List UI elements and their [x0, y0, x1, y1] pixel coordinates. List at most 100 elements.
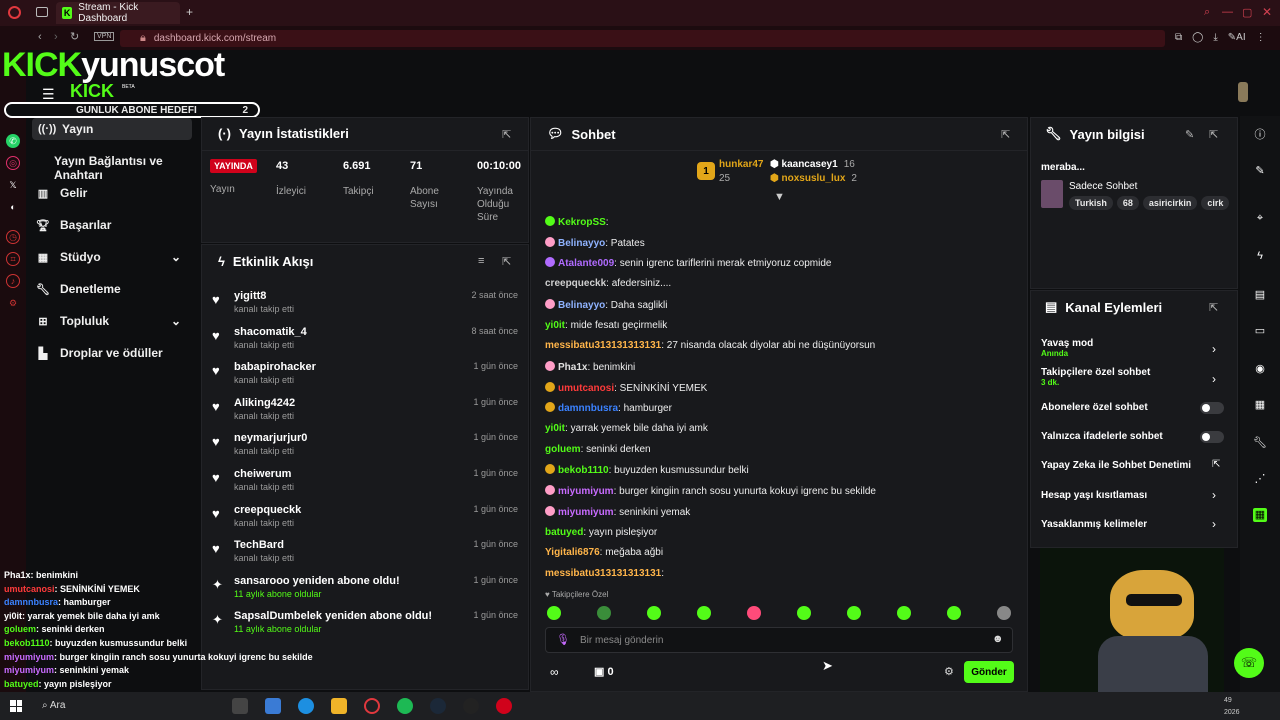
gifter-2[interactable]: ⬢ kaancasey1 16: [770, 159, 855, 170]
chat-username[interactable]: damnnbusra: [558, 403, 618, 414]
account-icon[interactable]: ◯: [1192, 32, 1203, 43]
chevron-right-icon[interactable]: ›: [1212, 372, 1216, 386]
activity-event[interactable]: ✦ SapsalDumbelek yeniden abone oldu! 11 ay…: [210, 610, 520, 640]
clipboard-icon[interactable]: ▤: [1253, 288, 1267, 302]
clips-icon[interactable]: ▦: [1253, 508, 1267, 522]
reload-icon[interactable]: ↻: [70, 30, 79, 43]
workspace-icon[interactable]: [36, 7, 48, 17]
external-link-icon[interactable]: ⇱: [1212, 459, 1220, 470]
nav-achievements[interactable]: 🏆︎ Başarılar: [36, 218, 111, 232]
action-follower-only[interactable]: Takipçilere özel sohbet 3 dk.: [1041, 367, 1150, 387]
activity-event[interactable]: ♥ Aliking4242 kanalı takip etti 1 gün önce: [210, 397, 520, 427]
emote-icon[interactable]: [847, 606, 861, 620]
player-icon[interactable]: ♪: [6, 274, 20, 288]
taskbar-search[interactable]: ⌕ Ara: [42, 700, 65, 711]
avatar[interactable]: [1238, 82, 1248, 102]
emote-icon[interactable]: [697, 606, 711, 620]
emote-icon[interactable]: [797, 606, 811, 620]
nav-community[interactable]: ⊞ Topluluk ⌄: [36, 314, 196, 328]
chat-message[interactable]: umutcanosi: SENİNKİNİ YEMEK: [545, 381, 707, 394]
chat-message[interactable]: messibatu313131313131: 27 nisanda olacak…: [545, 340, 875, 351]
chat-message[interactable]: batuyed: yayın pisleşiyor: [545, 527, 657, 538]
chat-username[interactable]: messibatu313131313131: [545, 568, 661, 579]
chat-input[interactable]: 🎙︎ Bir mesaj gönderin ☻: [545, 627, 1013, 653]
support-chat-icon[interactable]: ☏: [1234, 648, 1264, 678]
popout-icon[interactable]: ⇱: [1209, 301, 1218, 314]
menu-icon[interactable]: ⋮: [1256, 32, 1266, 43]
chat-username[interactable]: miyumiyum: [558, 486, 614, 497]
copilot-icon[interactable]: [265, 698, 281, 714]
chat-username[interactable]: Atalante009: [558, 258, 614, 269]
activity-event[interactable]: ♥ neymarjurjur0 kanalı takip etti 1 gün önc…: [210, 432, 520, 462]
activity-event[interactable]: ♥ shacomatik_4 kanalı takip etti 8 saat önc…: [210, 326, 520, 356]
nav-revenue[interactable]: ▥ Gelir: [36, 186, 88, 200]
chat-message[interactable]: damnnbusra: hamburger: [545, 402, 672, 414]
chat-message[interactable]: miyumiyum: burger kingiin ranch sosu yun…: [545, 485, 876, 497]
edit-icon[interactable]: ✎: [1185, 128, 1194, 141]
opera-taskbar-icon[interactable]: [364, 698, 380, 714]
activity-event[interactable]: ♥ TechBard kanalı takip etti 1 gün önce: [210, 539, 520, 569]
gifter-1-name[interactable]: hunkar47: [719, 159, 763, 170]
share-icon[interactable]: ⋰: [1253, 472, 1267, 486]
emote-icon[interactable]: [647, 606, 661, 620]
spotify-icon[interactable]: [397, 698, 413, 714]
task-view-icon[interactable]: [232, 698, 248, 714]
chat-username[interactable]: creepqueckk: [545, 278, 606, 289]
emote-icon[interactable]: [947, 606, 961, 620]
chat-username[interactable]: yi0it: [545, 320, 565, 331]
action-account-age[interactable]: Hesap yaşı kısıtlaması: [1041, 490, 1147, 501]
chat-username[interactable]: Pha1x: [558, 362, 587, 373]
chat-message[interactable]: Belinayyo: Patates: [545, 236, 645, 249]
chat-message[interactable]: Yigitali6876: meğaba ağbi: [545, 547, 663, 558]
chat-username[interactable]: batuyed: [545, 527, 583, 538]
chat-username[interactable]: messibatu313131313131: [545, 340, 661, 351]
nav-drops[interactable]: ▙ Droplar ve ödüller: [36, 346, 163, 360]
windows-start-icon[interactable]: [10, 700, 22, 712]
nav-studio[interactable]: ▦ Stüdyo ⌄: [36, 250, 196, 264]
activity-event[interactable]: ♥ creepqueckk kanalı takip etti 1 gün önce: [210, 504, 520, 534]
channel-points-icon[interactable]: ∞: [550, 665, 559, 679]
nav-moderation[interactable]: 🔧︎ Denetleme: [36, 282, 121, 296]
nav-stream[interactable]: ((·)) Yayın: [32, 118, 192, 140]
new-tab-icon[interactable]: +: [186, 5, 193, 19]
emote-icon[interactable]: [897, 606, 911, 620]
emote-icon[interactable]: [597, 606, 611, 620]
instagram-icon[interactable]: ◎: [6, 156, 20, 170]
settings-icon[interactable]: ⚙: [6, 296, 20, 310]
info-icon[interactable]: ⓘ: [1253, 126, 1267, 141]
category-thumbnail[interactable]: [1041, 180, 1063, 208]
app-icon[interactable]: [496, 698, 512, 714]
discord-icon[interactable]: ◐: [6, 200, 20, 214]
chat-message[interactable]: KekropSS:: [545, 216, 609, 228]
hamburger-icon[interactable]: ☰: [42, 86, 55, 103]
opera-icon[interactable]: [8, 6, 21, 19]
chat-username[interactable]: goluem: [545, 444, 581, 455]
activity-event[interactable]: ♥ cheiwerum kanalı takip etti 1 gün önce: [210, 468, 520, 498]
chat-icon[interactable]: ▭: [1253, 324, 1267, 338]
actions-icon[interactable]: ▦: [1253, 398, 1267, 412]
forward-icon[interactable]: ›: [54, 31, 58, 43]
chat-message[interactable]: miyumiyum: seninkini yemak: [545, 505, 690, 518]
chat-message[interactable]: Belinayyo: Daha saglikli: [545, 298, 668, 311]
emote-icon[interactable]: [547, 606, 561, 620]
chat-username[interactable]: Belinayyo: [558, 238, 605, 249]
nav-stream-key[interactable]: Yayın Bağlantısı ve Anahtarı: [54, 154, 200, 182]
tag[interactable]: Turkish: [1069, 196, 1113, 210]
chat-message[interactable]: messibatu313131313131:: [545, 568, 664, 579]
snapshot-icon[interactable]: ⧉: [1175, 32, 1182, 43]
chat-username[interactable]: yi0it: [545, 423, 565, 434]
chat-message[interactable]: goluem: seninki derken: [545, 444, 651, 455]
popout-icon[interactable]: ⇱: [502, 128, 511, 141]
lightning-icon[interactable]: ϟ: [1253, 250, 1267, 264]
download-icon[interactable]: ⤓: [1213, 32, 1217, 43]
chevron-right-icon[interactable]: ›: [1212, 342, 1216, 356]
tag[interactable]: cirk: [1201, 196, 1229, 210]
emote-icon[interactable]: [747, 606, 761, 620]
minimize-icon[interactable]: —: [1222, 6, 1233, 18]
whatsapp-icon[interactable]: ✆: [6, 134, 20, 148]
action-slow-mode[interactable]: Yavaş mod Anında: [1041, 338, 1093, 358]
close-icon[interactable]: ✕: [1262, 5, 1272, 19]
chat-settings-icon[interactable]: ⚙: [944, 665, 954, 678]
chat-message[interactable]: yi0it: yarrak yemek bile daha iyi amk: [545, 423, 708, 434]
tag[interactable]: asiricirkin: [1142, 196, 1198, 210]
